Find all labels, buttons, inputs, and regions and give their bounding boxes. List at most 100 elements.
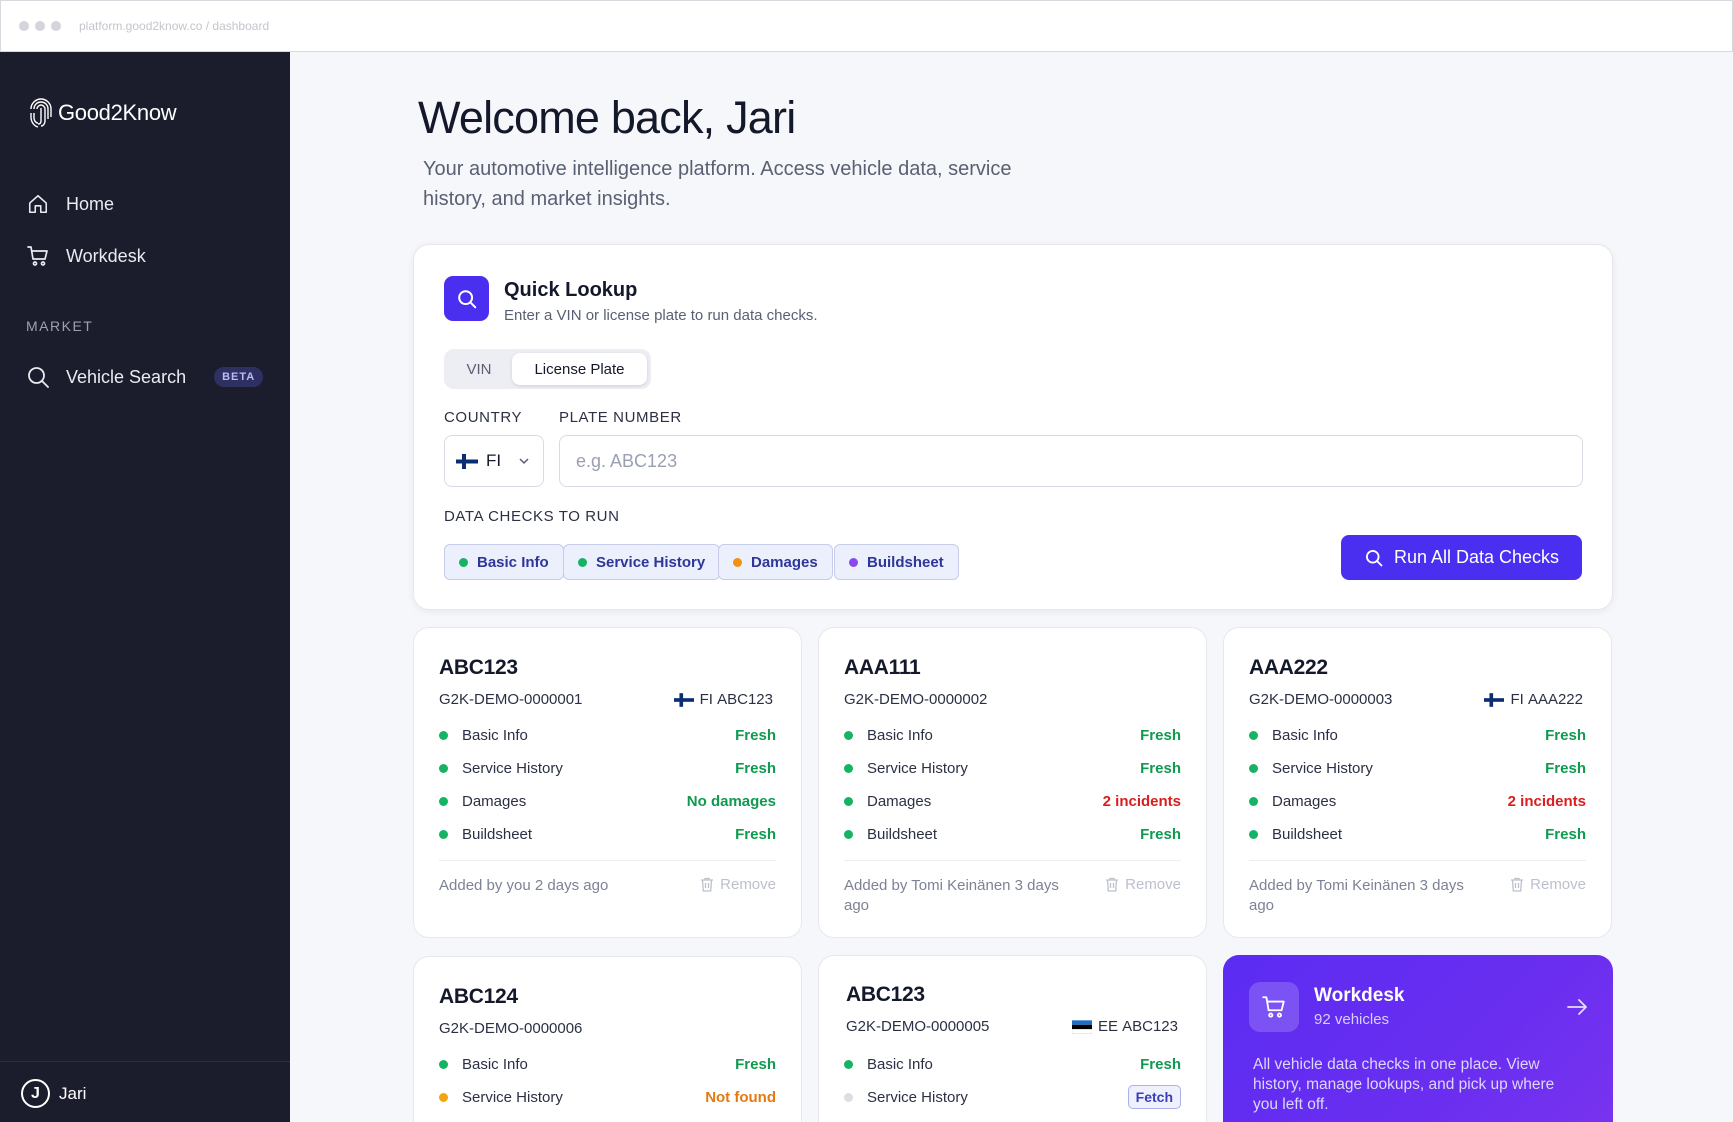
registration: FI AAA222 — [1484, 691, 1583, 708]
remove-button[interactable]: Remove — [1510, 876, 1586, 893]
user-name: Jari — [59, 1083, 87, 1103]
card-divider — [439, 860, 776, 861]
status-dot — [1249, 763, 1258, 773]
check-label: Service History — [462, 1088, 563, 1106]
tab-vin[interactable]: VIN — [448, 353, 510, 385]
status-dot — [459, 557, 468, 567]
vehicle-id: G2K-DEMO-0000005 — [846, 1018, 990, 1035]
status-dot — [844, 1092, 853, 1102]
sidebar-item-home[interactable]: Home — [26, 192, 114, 216]
sidebar-item-workdesk[interactable]: Workdesk — [26, 244, 146, 268]
check-row: Damages 2 incidents — [1249, 790, 1586, 812]
check-label: Damages — [462, 792, 527, 810]
status-dot — [844, 1059, 853, 1069]
button-label: Run All Data Checks — [1393, 547, 1560, 567]
vehicle-card[interactable]: AAA222 G2K-DEMO-0000003 FI AAA222 Basic … — [1223, 627, 1612, 938]
chip-label: Buildsheet — [867, 553, 944, 571]
search-icon — [444, 276, 489, 321]
registration-number: AAA222 — [1527, 691, 1583, 708]
check-row: Service History Fresh — [844, 757, 1181, 779]
brand-logo[interactable]: Good2Know — [27, 97, 177, 129]
plate-number-label: PLATE NUMBER — [559, 409, 682, 426]
vehicle-id: G2K-DEMO-0000002 — [844, 691, 988, 708]
cart-icon — [1249, 982, 1299, 1032]
search-icon — [1365, 549, 1383, 566]
vehicle-card[interactable]: ABC124 G2K-DEMO-0000006 Basic Info Fresh … — [413, 956, 802, 1122]
check-status: Fresh — [735, 759, 776, 777]
plate-number-input[interactable] — [559, 435, 1583, 487]
sidebar-item-vehicle-search[interactable]: Vehicle Search BETA — [26, 365, 264, 389]
check-chip-damages[interactable]: Damages — [718, 544, 833, 580]
check-chip-basic-info[interactable]: Basic Info — [444, 544, 564, 580]
check-status: Fresh — [1140, 825, 1181, 843]
user-profile[interactable]: J Jari — [21, 1079, 86, 1108]
search-icon — [26, 365, 50, 389]
status-dot — [1249, 730, 1258, 740]
registration: EE ABC123 — [1071, 1018, 1178, 1035]
trash-icon — [1106, 877, 1119, 892]
fetch-button[interactable]: Fetch — [1127, 1085, 1181, 1109]
arrow-right-icon[interactable] — [1565, 995, 1589, 1019]
country-select[interactable]: FI — [444, 435, 544, 487]
window-dot[interactable] — [51, 21, 61, 31]
check-row: Buildsheet Fresh — [1249, 823, 1586, 845]
status-dot — [733, 557, 742, 567]
tab-license-plate[interactable]: License Plate — [512, 353, 647, 385]
country-code: FI — [486, 451, 502, 470]
status-dot — [844, 796, 853, 806]
remove-button[interactable]: Remove — [1105, 876, 1181, 893]
home-icon — [26, 192, 50, 216]
check-row: Buildsheet Fresh — [844, 823, 1181, 845]
workdesk-promo-card[interactable]: Workdesk 92 vehicles All vehicle data ch… — [1223, 955, 1613, 1122]
status-dot — [844, 730, 853, 740]
check-status: Fresh — [1545, 726, 1586, 744]
sidebar-item-label: Workdesk — [66, 245, 146, 266]
status-dot — [1249, 796, 1258, 806]
check-status: Not found — [705, 1088, 776, 1106]
check-label: Basic Info — [867, 1055, 933, 1073]
remove-label: Remove — [1530, 876, 1586, 893]
workdesk-title: Workdesk — [1314, 985, 1405, 1006]
vehicle-id: G2K-DEMO-0000006 — [439, 1020, 583, 1037]
vehicle-card[interactable]: ABC123 G2K-DEMO-0000001 FI ABC123 Basic … — [413, 627, 802, 938]
check-row: Damages 2 incidents — [844, 790, 1181, 812]
check-status: 2 incidents — [1507, 792, 1586, 810]
check-label: Damages — [1272, 792, 1337, 810]
check-row: Basic Info Fresh — [439, 1053, 776, 1075]
check-status: Fresh — [1140, 726, 1181, 744]
check-label: Buildsheet — [867, 825, 938, 843]
registration-number: ABC123 — [717, 691, 773, 708]
remove-button[interactable]: Remove — [700, 876, 776, 893]
run-all-checks-button[interactable]: Run All Data Checks — [1341, 535, 1582, 580]
check-chip-service-history[interactable]: Service History — [563, 544, 721, 580]
check-label: Service History — [867, 1088, 968, 1106]
avatar: J — [21, 1079, 50, 1108]
window-dot[interactable] — [35, 21, 45, 31]
check-status: Fresh — [1140, 1055, 1181, 1073]
check-row: Basic Info Fresh — [1249, 724, 1586, 746]
vehicle-card[interactable]: ABC123 G2K-DEMO-0000005 EE ABC123 Basic … — [818, 955, 1207, 1122]
vehicle-card[interactable]: AAA111 G2K-DEMO-0000002 Basic Info Fresh … — [818, 627, 1207, 938]
check-label: Buildsheet — [1272, 825, 1343, 843]
check-row: Service History Not found — [439, 1086, 776, 1108]
vehicle-plate: AAA222 — [1249, 656, 1328, 679]
page-title: Welcome back, Jari — [418, 92, 796, 143]
sidebar-item-label: Home — [66, 193, 115, 214]
vehicle-plate: AAA111 — [844, 656, 921, 679]
check-row: Basic Info Fresh — [844, 1053, 1181, 1075]
check-row: Service History Fresh — [439, 757, 776, 779]
window-dot[interactable] — [19, 21, 29, 31]
status-dot — [844, 763, 853, 773]
country-code: FI — [1510, 691, 1524, 708]
check-chip-buildsheet[interactable]: Buildsheet — [834, 544, 959, 580]
address-bar[interactable]: platform.good2know.co / dashboard — [79, 19, 269, 33]
check-row: Service History Fetch — [844, 1085, 1181, 1109]
trash-icon — [1511, 877, 1524, 892]
card-divider — [844, 860, 1181, 861]
check-label: Basic Info — [867, 726, 933, 744]
lookup-mode-toggle: VIN License Plate — [444, 349, 651, 389]
check-status: Fresh — [735, 825, 776, 843]
browser-chrome: platform.good2know.co / dashboard — [0, 0, 1733, 52]
check-status: Fresh — [1545, 825, 1586, 843]
check-label: Basic Info — [462, 726, 528, 744]
